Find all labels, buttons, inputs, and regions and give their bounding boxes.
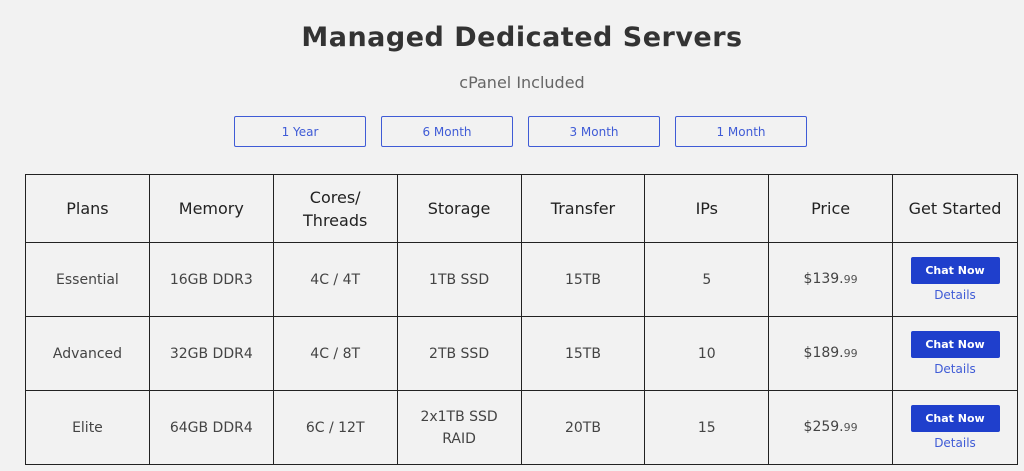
storage-cell: 2x1TB SSD RAID (396, 390, 522, 465)
plan-name: Advanced (25, 316, 150, 391)
column-header-plans: Plans (25, 174, 150, 243)
storage-label: 2x1TB SSD RAID (420, 408, 498, 447)
details-link[interactable]: Details (893, 287, 1017, 303)
get-started-cell: Chat Now Details (892, 390, 1018, 465)
term-button-3-month[interactable]: 3 Month (528, 116, 660, 147)
price-cell: $139.99 (768, 242, 893, 317)
storage-cell: 1TB SSD (396, 242, 522, 317)
plans-table: Plans Memory Cores/ Threads Storage Tran… (25, 174, 1018, 465)
column-header-storage: Storage (396, 174, 522, 243)
transfer-cell: 15TB (520, 242, 646, 317)
get-started-cell: Chat Now Details (892, 316, 1018, 391)
cores-cell: 4C / 8T (272, 316, 398, 391)
chat-now-button[interactable]: Chat Now (910, 330, 1000, 358)
pricing-page: Managed Dedicated Servers cPanel Include… (0, 0, 1024, 471)
table-row: Elite 64GB DDR4 6C / 12T 2x1TB SSD RAID … (25, 390, 1018, 465)
column-header-cores-threads: Cores/ Threads (272, 174, 398, 243)
cores-cell: 6C / 12T (272, 390, 398, 465)
storage-cell: 2TB SSD (396, 316, 522, 391)
billing-term-selector: 1 Year 6 Month 3 Month 1 Month (234, 116, 807, 147)
column-header-price: Price (768, 174, 893, 243)
price-cents: 99 (843, 347, 858, 360)
term-button-1-year[interactable]: 1 Year (234, 116, 366, 147)
price-cell: $259.99 (768, 390, 893, 465)
chat-now-button[interactable]: Chat Now (910, 256, 1000, 284)
page-title: Managed Dedicated Servers (301, 22, 743, 53)
memory-cell: 16GB DDR3 (148, 242, 274, 317)
column-header-memory: Memory (148, 174, 274, 243)
price-cents: 99 (843, 421, 858, 434)
ips-cell: 15 (644, 390, 770, 465)
price-amount: $259. (803, 419, 844, 435)
page-subtitle: cPanel Included (459, 73, 585, 92)
get-started-cell: Chat Now Details (892, 242, 1018, 317)
plan-name: Elite (25, 390, 150, 465)
term-button-6-month[interactable]: 6 Month (381, 116, 513, 147)
chat-now-button[interactable]: Chat Now (910, 404, 1000, 432)
term-button-1-month[interactable]: 1 Month (675, 116, 807, 147)
plan-name: Essential (25, 242, 150, 317)
memory-cell: 32GB DDR4 (148, 316, 274, 391)
table-header-row: Plans Memory Cores/ Threads Storage Tran… (25, 174, 1018, 243)
table-row: Essential 16GB DDR3 4C / 4T 1TB SSD 15TB… (25, 242, 1018, 317)
transfer-cell: 15TB (520, 316, 646, 391)
column-header-transfer: Transfer (520, 174, 646, 243)
price-cents: 99 (843, 273, 858, 286)
memory-cell: 64GB DDR4 (148, 390, 274, 465)
price-cell: $189.99 (768, 316, 893, 391)
ips-cell: 10 (644, 316, 770, 391)
column-header-get-started: Get Started (892, 174, 1018, 243)
details-link[interactable]: Details (893, 361, 1017, 377)
column-header-ips: IPs (644, 174, 770, 243)
transfer-cell: 20TB (520, 390, 646, 465)
price-amount: $139. (803, 271, 844, 287)
ips-cell: 5 (644, 242, 770, 317)
table-row: Advanced 32GB DDR4 4C / 8T 2TB SSD 15TB … (25, 316, 1018, 391)
price-amount: $189. (803, 345, 844, 361)
details-link[interactable]: Details (893, 435, 1017, 451)
column-header-cores-threads-label: Cores/ Threads (303, 187, 368, 230)
cores-cell: 4C / 4T (272, 242, 398, 317)
